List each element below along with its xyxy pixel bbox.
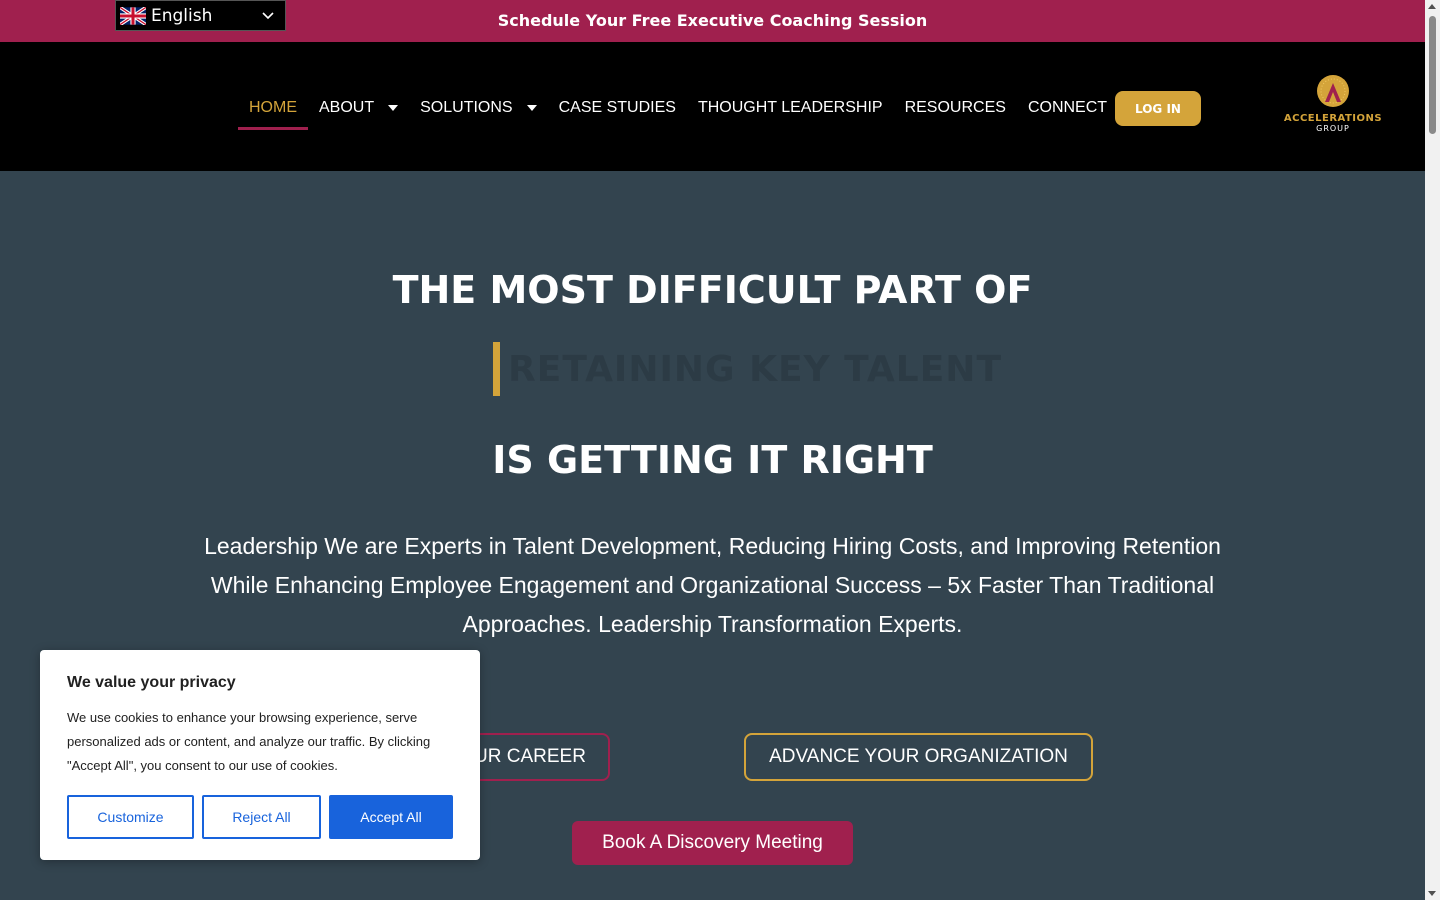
main-nav: HOME ABOUT SOLUTIONS CASE STUDIES THOUGH…	[0, 42, 1425, 171]
login-button[interactable]: LOG IN	[1115, 91, 1201, 126]
brand-logo[interactable]: ACCELERATIONS GROUP	[1283, 74, 1383, 136]
rotating-phrase: RETAINING KEY TALENT	[508, 348, 1002, 390]
cookie-customize-button[interactable]: Customize	[67, 795, 194, 839]
nav-item-thought-leadership[interactable]: THOUGHT LEADERSHIP	[687, 98, 894, 118]
nav-item-case-studies[interactable]: CASE STUDIES	[548, 98, 687, 118]
button-label: UR CAREER	[474, 746, 586, 767]
cookie-accept-button[interactable]: Accept All	[329, 795, 453, 839]
nav-label: THOUGHT LEADERSHIP	[697, 99, 883, 116]
cookie-consent-banner: We value your privacy We use cookies to …	[40, 650, 480, 860]
announcement-bar: English Schedule Your Free Executive Coa…	[0, 0, 1425, 42]
nav-item-connect[interactable]: CONNECT	[1017, 98, 1118, 118]
nav-label: RESOURCES	[904, 99, 1006, 116]
hero-heading-bottom: IS GETTING IT RIGHT	[492, 438, 933, 482]
hero-rotating-text: RETAINING KEY TALENT	[493, 342, 1002, 396]
nav-item-about[interactable]: ABOUT	[308, 98, 409, 118]
scroll-thumb[interactable]	[1429, 16, 1436, 134]
cookie-body: We use cookies to enhance your browsing …	[67, 710, 431, 773]
nav-item-solutions[interactable]: SOLUTIONS	[409, 98, 547, 118]
page-scrollbar[interactable]	[1425, 0, 1440, 900]
nav-menu: HOME ABOUT SOLUTIONS CASE STUDIES THOUGH…	[238, 98, 1118, 130]
cookie-title: We value your privacy	[67, 674, 236, 691]
announcement-link[interactable]: Schedule Your Free Executive Coaching Se…	[0, 11, 1425, 30]
hero-heading-top: THE MOST DIFFICULT PART OF	[392, 268, 1033, 312]
scroll-down-icon[interactable]	[1428, 891, 1436, 896]
accelerations-logo-icon	[1317, 75, 1349, 107]
logo-subtitle: GROUP	[1316, 124, 1350, 133]
cookie-actions: Customize Reject All Accept All	[67, 795, 453, 839]
scroll-up-icon[interactable]	[1428, 4, 1436, 9]
typing-cursor	[493, 342, 500, 396]
nav-item-resources[interactable]: RESOURCES	[894, 98, 1017, 118]
hero-description: Leadership We are Experts in Talent Deve…	[204, 533, 1221, 637]
nav-label: HOME	[249, 99, 297, 116]
nav-label: SOLUTIONS	[420, 99, 513, 116]
book-discovery-button[interactable]: Book A Discovery Meeting	[572, 821, 853, 865]
logo-wordmark: ACCELERATIONS	[1283, 113, 1383, 124]
cookie-reject-button[interactable]: Reject All	[202, 795, 321, 839]
advance-organization-button[interactable]: ADVANCE YOUR ORGANIZATION	[744, 733, 1093, 781]
nav-label: CASE STUDIES	[558, 99, 676, 116]
nav-item-home[interactable]: HOME	[238, 98, 308, 130]
caret-down-icon	[526, 105, 537, 111]
caret-down-icon	[388, 105, 399, 111]
nav-label: ABOUT	[319, 99, 375, 116]
nav-label: CONNECT	[1027, 99, 1108, 116]
